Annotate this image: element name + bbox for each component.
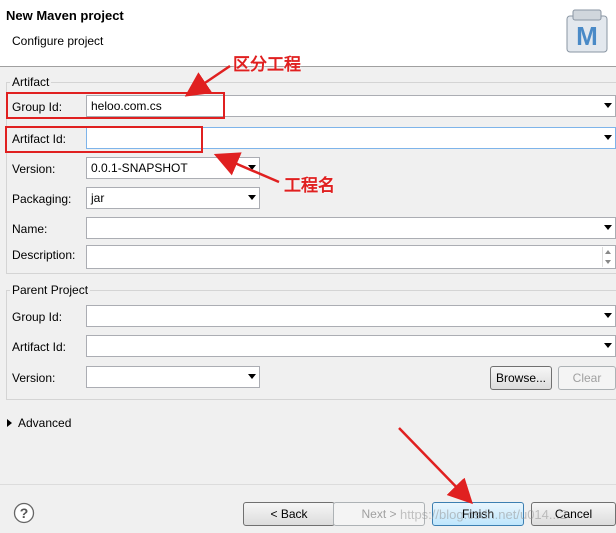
arrow-to-artifact-id: [213, 152, 280, 184]
annotation-arrows: [184, 64, 473, 505]
arrow-to-group-id: [184, 64, 231, 97]
arrow-to-finish: [398, 427, 473, 505]
